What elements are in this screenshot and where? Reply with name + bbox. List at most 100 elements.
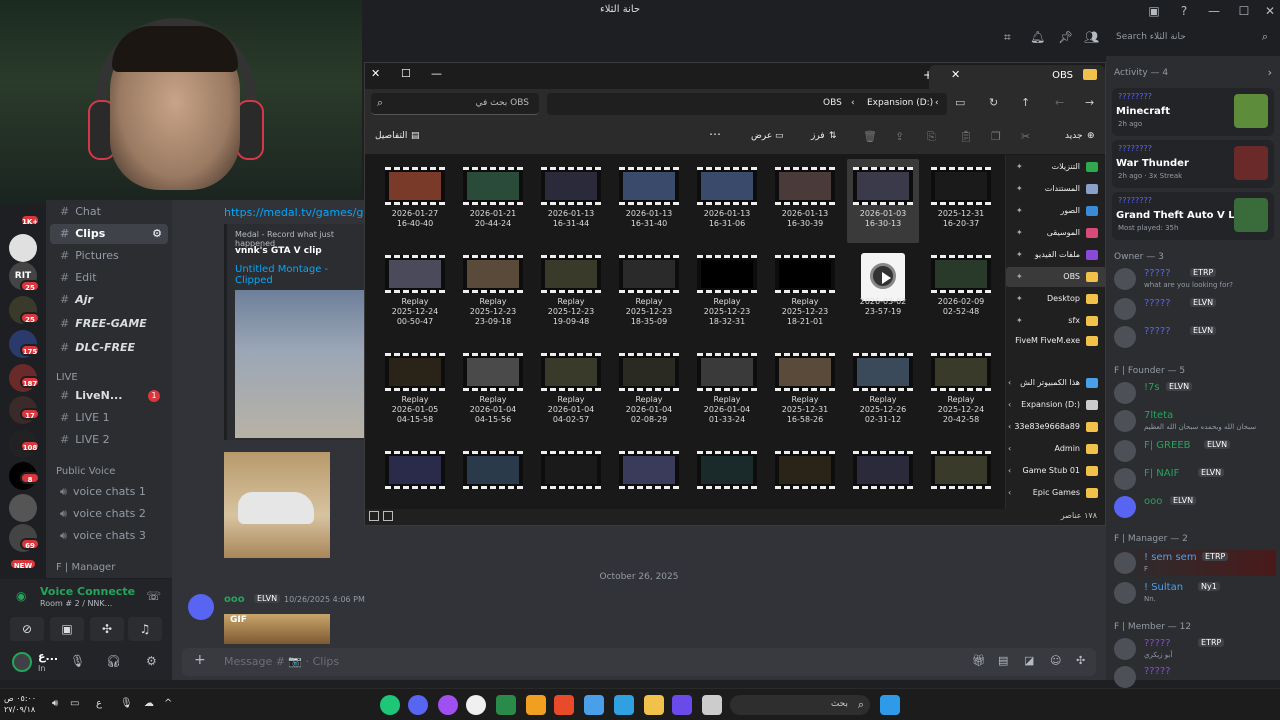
embed-title[interactable]: Untitled Montage - Clipped (235, 264, 364, 286)
file-item[interactable]: 2026-02-09 02-52-48 (925, 247, 997, 331)
pin-icon[interactable]: 📌︎ (1058, 30, 1073, 44)
taskbar-app-icon[interactable] (702, 695, 722, 715)
sticker-icon[interactable]: ◪ (1024, 654, 1034, 667)
file-item[interactable]: Replay 2025-12-23 19-09-48 (535, 247, 607, 331)
chevron-icon[interactable]: ‹ (1008, 483, 1011, 503)
chevron-icon[interactable]: ‹ (1008, 461, 1011, 481)
share-icon[interactable]: ⇪ (895, 130, 904, 143)
language-indicator[interactable]: ع (96, 698, 102, 709)
member-item[interactable]: !7s ELVN (1114, 380, 1276, 406)
more-icon[interactable]: ⋯ (709, 127, 721, 141)
tab-close-icon[interactable]: ✕ (951, 68, 960, 81)
sidebar-item[interactable]: الموسيقى ✦ (1006, 223, 1105, 243)
close-window-button[interactable]: ✕ (371, 67, 380, 80)
file-item[interactable]: Replay 2025-12-26 02-31-12 (847, 345, 919, 429)
taskbar-app-icon[interactable] (614, 695, 634, 715)
sidebar-item[interactable]: 33e83e9668a89 ‹ (1006, 417, 1105, 437)
file-item[interactable]: Replay 2025-12-24 00-50-47 (379, 247, 451, 331)
member-item[interactable]: ????? (1114, 664, 1276, 690)
category-manager[interactable]: F | Manager (56, 562, 115, 573)
sidebar-item[interactable]: OBS ✦ (1006, 267, 1105, 287)
avatar[interactable] (188, 594, 214, 620)
settings-icon[interactable]: ⚙ (152, 224, 162, 244)
taskbar-app-icon[interactable] (644, 695, 664, 715)
member-item[interactable]: 7lteta سبحان الله وبحمده سبحان الله العظي… (1114, 408, 1276, 434)
chevron-right-icon[interactable]: › (1268, 66, 1272, 79)
tray-icon[interactable]: ☁ (144, 698, 154, 709)
file-item[interactable]: Replay 2025-12-23 18-32-31 (691, 247, 763, 331)
server-icon[interactable] (9, 234, 37, 262)
headset-icon[interactable]: 🎧︎ (106, 654, 121, 668)
new-button[interactable]: جديد (1065, 131, 1083, 141)
sidebar-item[interactable]: التنزيلات ✦ (1006, 157, 1105, 177)
camera-off-button[interactable]: ⊘ (10, 617, 44, 641)
inbox-icon[interactable]: ▣ (1146, 3, 1162, 19)
member-item[interactable]: ooo ELVN (1114, 494, 1276, 520)
details-icon[interactable]: ▤ (411, 131, 420, 141)
channel-free-game[interactable]: # FREE-GAME (50, 314, 168, 334)
channel-live-news[interactable]: # LiveN... 1 (50, 386, 168, 406)
disconnect-icon[interactable]: ☏ (146, 589, 161, 603)
gif-icon[interactable]: ▤ (998, 654, 1008, 667)
activity-card[interactable]: ???????? War Thunder 2h ago · 3x Streak (1112, 140, 1274, 188)
pin-icon[interactable]: ✦ (1016, 179, 1023, 199)
voice-status[interactable]: Voice Connecte (40, 585, 135, 598)
file-item[interactable]: Replay 2026-01-04 02-08-29 (613, 345, 685, 429)
sort-button[interactable]: فرز (811, 131, 825, 141)
minimize-button[interactable]: — (1206, 3, 1222, 19)
voice-room[interactable]: Room # 2 / NNK... (40, 599, 112, 608)
delete-icon[interactable]: 🗑︎ (863, 130, 877, 143)
gift-icon[interactable]: 🎁︎ (972, 654, 986, 667)
forward-icon[interactable]: → (1085, 96, 1094, 109)
activity-card[interactable]: ???????? Grand Theft Auto V Legacy Most … (1112, 192, 1274, 240)
sidebar-item[interactable]: FiveM FiveM.exe (1006, 331, 1105, 351)
file-item[interactable] (691, 443, 763, 509)
pin-icon[interactable]: ✦ (1016, 311, 1023, 331)
member-item[interactable]: ????? ETRP what are you looking for? (1114, 266, 1276, 292)
file-item[interactable]: 2026-01-13 16-31-44 (535, 159, 607, 243)
category-public-voice[interactable]: Public Voice (56, 466, 115, 477)
taskbar-app-icon[interactable] (554, 695, 574, 715)
help-icon[interactable]: ? (1176, 3, 1192, 19)
breadcrumb-item[interactable]: OBS (823, 98, 842, 108)
maximize-button[interactable]: ☐ (1236, 3, 1252, 19)
server-icon[interactable] (9, 494, 37, 522)
file-item[interactable]: Replay 2025-12-24 20-42-58 (925, 345, 997, 429)
member-item[interactable]: ! sem sem ETRP F (1114, 550, 1276, 576)
mic-icon[interactable]: 🎙︎ (120, 698, 133, 709)
gif-attachment[interactable]: GIF (224, 614, 330, 644)
clock[interactable]: ٠٥:٠٠ ص ٢٧/٠٩/١٨ (4, 693, 36, 715)
view-button[interactable]: عرض (751, 131, 772, 141)
file-item[interactable] (925, 443, 997, 509)
threads-icon[interactable]: ⌗ (1004, 30, 1011, 45)
search-box[interactable]: Search حانة الثلاء ⌕ (1110, 28, 1274, 48)
file-item[interactable]: Replay 2025-12-23 23-09-18 (457, 247, 529, 331)
file-item[interactable]: 2026-01-27 16-40-40 (379, 159, 451, 243)
chevron-icon[interactable]: ‹ (1008, 439, 1011, 459)
message-author[interactable]: ooo (224, 594, 245, 605)
explorer-tab[interactable]: ✕ OBS (929, 65, 1105, 89)
sidebar-item[interactable]: Admin ‹ (1006, 439, 1105, 459)
close-button[interactable]: ✕ (1262, 3, 1278, 19)
mic-icon[interactable]: 🎙︎ (70, 654, 85, 668)
member-item[interactable]: ????? ETRP أبو زيكري (1114, 636, 1276, 662)
start-button[interactable] (880, 695, 900, 715)
soundboard-button[interactable]: ♫ (128, 617, 162, 641)
file-item[interactable]: 2026-01-13 16-30-39 (769, 159, 841, 243)
chevron-up-icon[interactable]: ^ (164, 698, 172, 709)
attachment-image[interactable] (224, 452, 330, 558)
sidebar-item[interactable]: Expansion (D:) ‹ (1006, 395, 1105, 415)
file-item[interactable]: Replay 2025-12-23 18-21-01 (769, 247, 841, 331)
file-item[interactable] (457, 443, 529, 509)
screen-share-button[interactable]: ▣ (50, 617, 84, 641)
sidebar-item[interactable]: Epic Games ‹ (1006, 483, 1105, 503)
sidebar-item[interactable]: Game Stub 01 ‹ (1006, 461, 1105, 481)
channel-live-1[interactable]: # LIVE 1 (50, 408, 168, 428)
voice-channel[interactable]: 🔊︎ voice chats 3 (50, 526, 168, 546)
apps-icon[interactable]: ✣ (1076, 654, 1085, 667)
cut-icon[interactable]: ✂ (1021, 130, 1030, 143)
channel-live-2[interactable]: # LIVE 2 (50, 430, 168, 450)
chevron-icon[interactable]: ‹ (1008, 373, 1011, 393)
channel-chat[interactable]: # Chat (50, 202, 168, 222)
breadcrumb[interactable]: OBS ‹ Expansion (D:) ‹ (547, 93, 947, 115)
